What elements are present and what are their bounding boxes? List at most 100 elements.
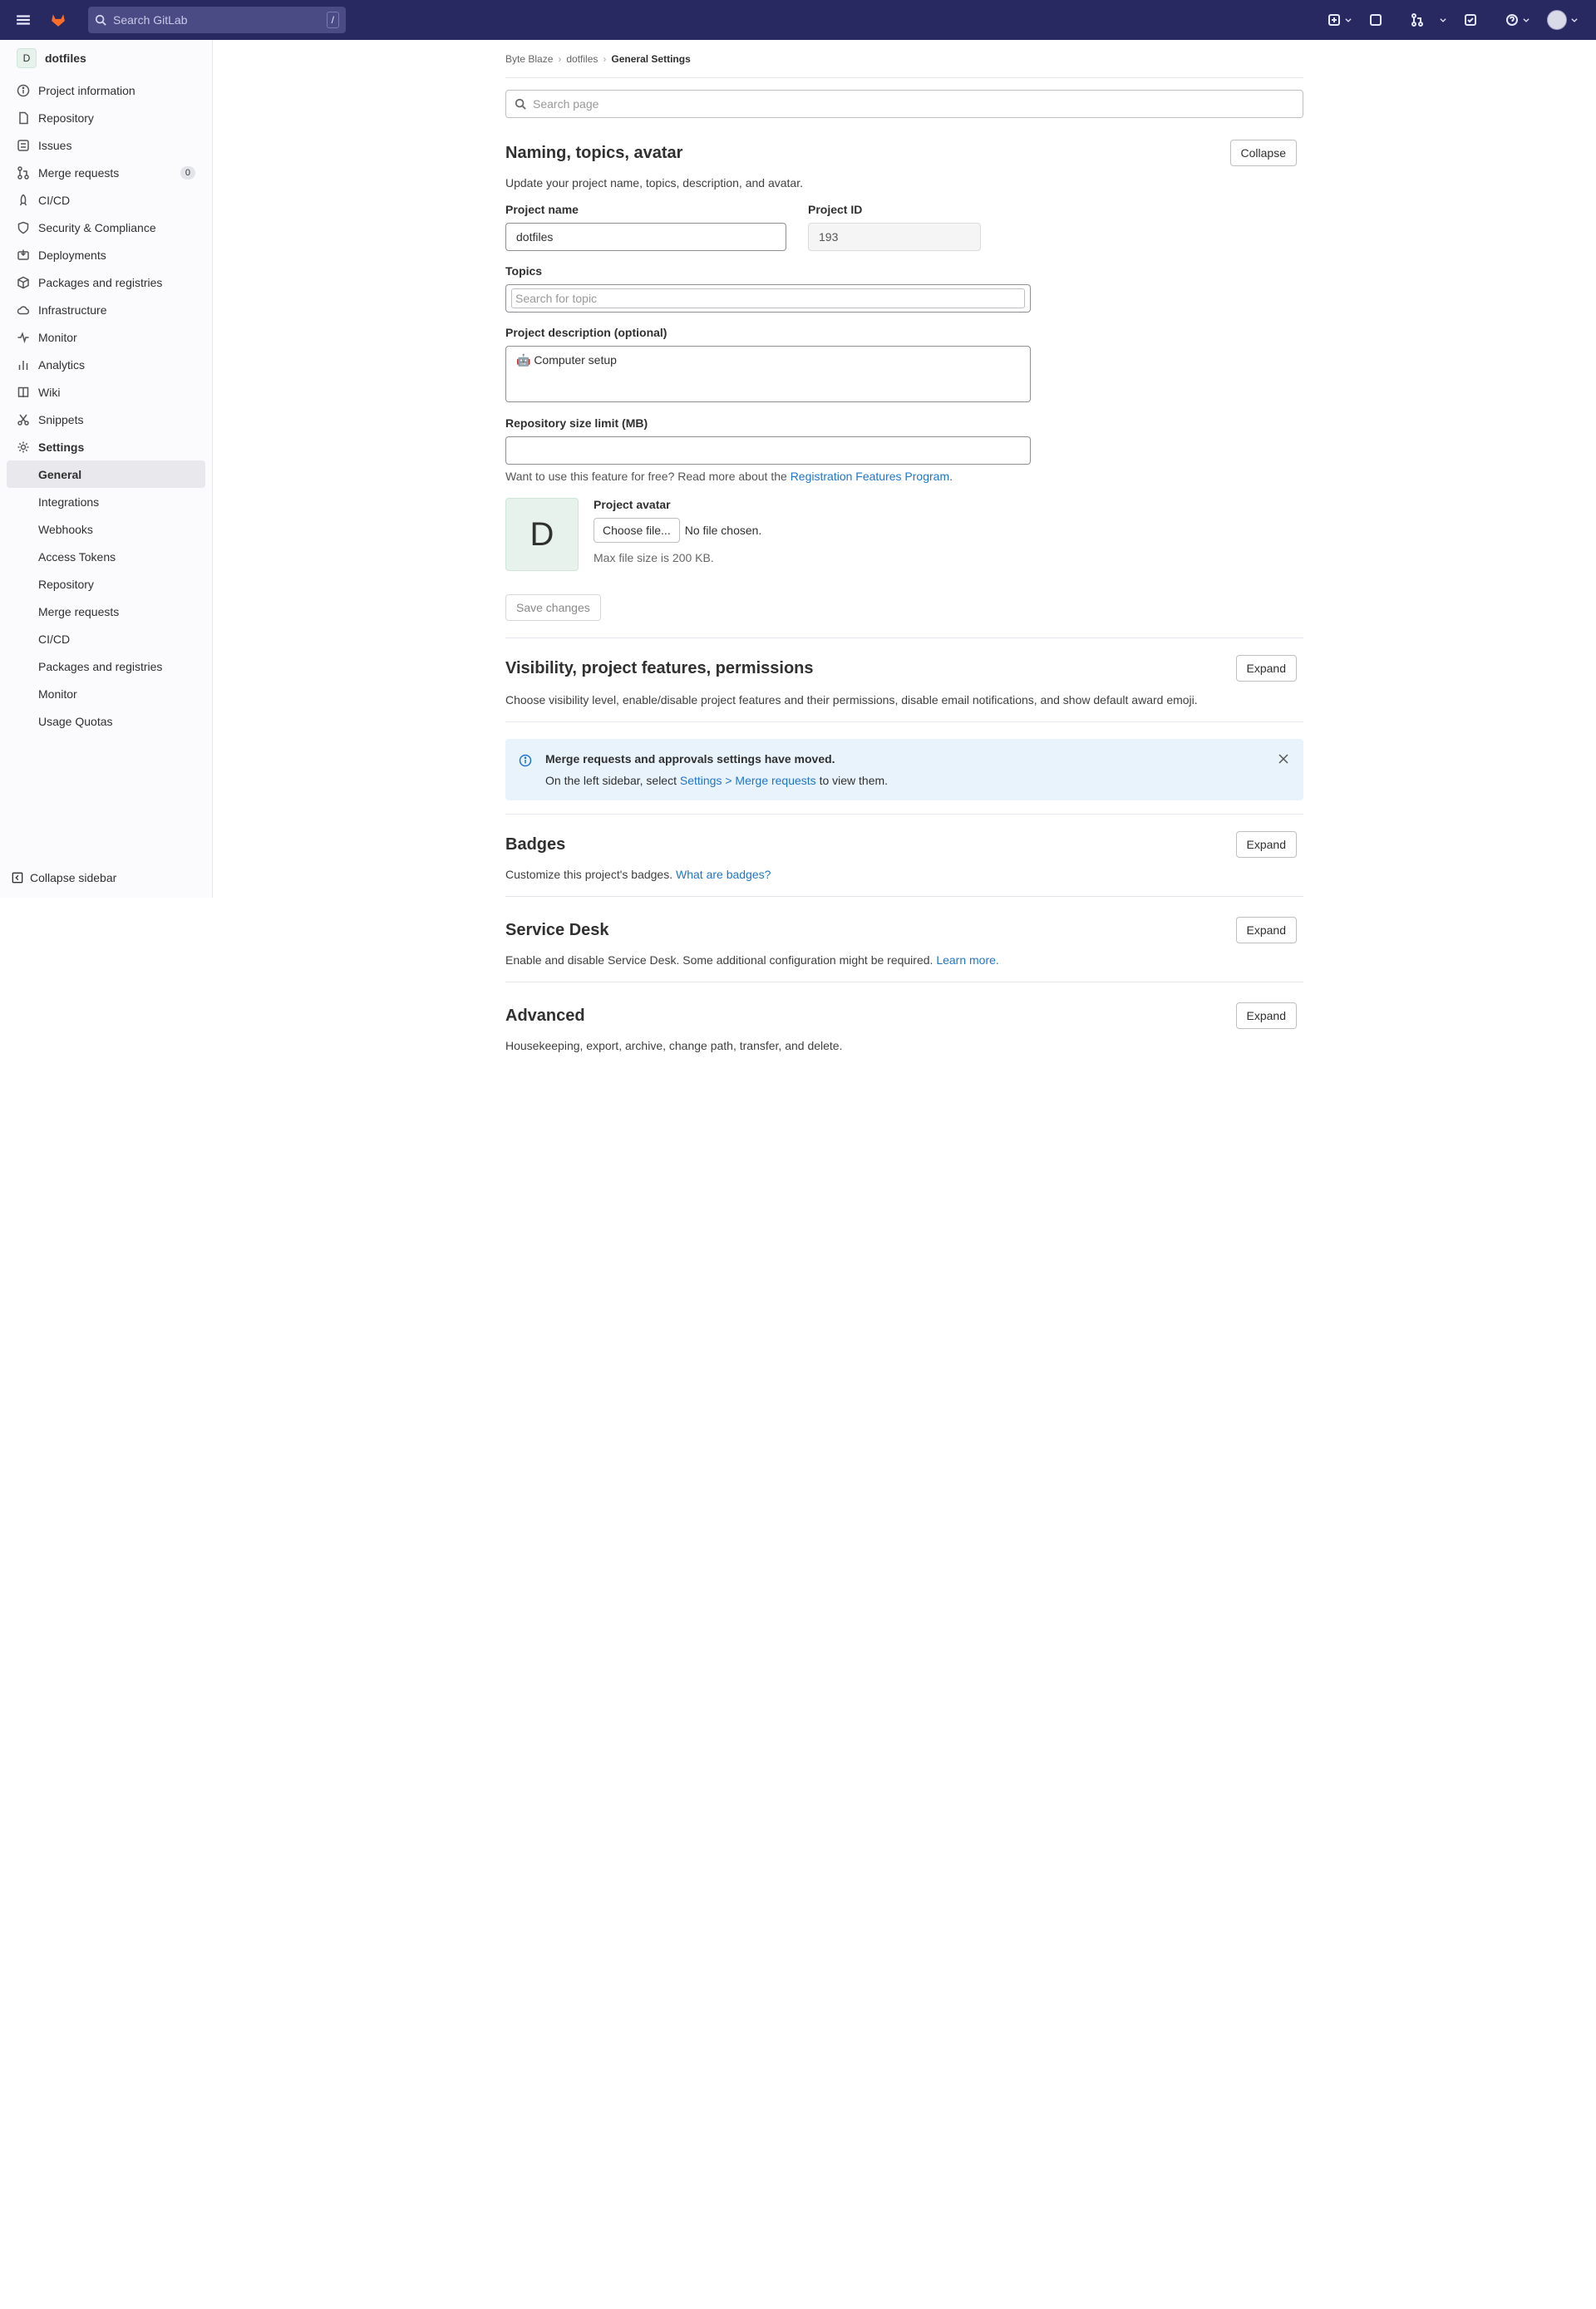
sidebar-item-label: Security & Compliance [38, 220, 156, 234]
expand-button[interactable]: Expand [1235, 917, 1297, 943]
merge-request-icon [1411, 13, 1423, 27]
page-search-input[interactable] [533, 97, 1294, 111]
subnav-merge-requests[interactable]: Merge requests [0, 598, 212, 625]
size-limit-label: Repository size limit (MB) [505, 416, 648, 430]
breadcrumb-group[interactable]: Byte Blaze [505, 53, 553, 65]
sidebar-project-header[interactable]: D dotfiles [0, 40, 212, 76]
sidebar-item-ci-cd[interactable]: CI/CD [0, 186, 212, 214]
sidebar-item-snippets[interactable]: Snippets [0, 406, 212, 433]
learn-more-link[interactable]: Learn more. [936, 953, 998, 967]
sidebar-item-merge-requests[interactable]: Merge requests 0 [0, 159, 212, 186]
global-search[interactable]: / [88, 7, 346, 33]
badges-description-text: Customize this project's badges. [505, 868, 673, 881]
monitor-icon [17, 331, 30, 344]
project-id-field[interactable] [808, 223, 981, 251]
gitlab-logo-icon[interactable] [47, 8, 70, 32]
advanced-section: Advanced Expand Housekeeping, export, ar… [505, 982, 1303, 1067]
subnav-packages-registries[interactable]: Packages and registries [0, 652, 212, 680]
topics-search-input[interactable] [511, 288, 1025, 308]
expand-button[interactable]: Expand [1235, 655, 1297, 682]
book-icon [17, 386, 30, 399]
topics-label: Topics [505, 264, 543, 278]
merge-requests-count-badge: 0 [180, 165, 195, 180]
subnav-monitor[interactable]: Monitor [0, 680, 212, 707]
breadcrumb-current[interactable]: General Settings [611, 53, 690, 65]
sidebar-item-deployments[interactable]: Deployments [0, 241, 212, 268]
sidebar-item-label: Project information [38, 83, 135, 97]
create-new-button[interactable] [1322, 7, 1358, 33]
menu-icon[interactable] [12, 8, 35, 32]
help-button[interactable] [1500, 7, 1536, 33]
breadcrumb: Byte Blaze › dotfiles › General Settings [505, 40, 1303, 78]
subnav-usage-quotas[interactable]: Usage Quotas [0, 707, 212, 735]
subnav-access-tokens[interactable]: Access Tokens [0, 543, 212, 570]
close-icon[interactable] [1277, 752, 1290, 766]
user-avatar [1547, 10, 1567, 30]
no-file-text: No file chosen. [684, 524, 762, 537]
sidebar-item-label: Snippets [38, 412, 84, 426]
shield-icon [17, 221, 30, 234]
sidebar-nav: Project information Repository Issues Me… [0, 76, 212, 460]
project-name-field[interactable] [505, 223, 786, 251]
description-textarea[interactable]: 🤖 Computer setup [505, 346, 1031, 402]
sidebar-item-label: Repository [38, 111, 94, 125]
collapse-sidebar-button[interactable]: Collapse sidebar [0, 858, 212, 898]
breadcrumb-project[interactable]: dotfiles [566, 53, 598, 65]
merge-requests-button[interactable] [1405, 7, 1453, 33]
global-search-input[interactable] [113, 13, 327, 27]
subnav-repository[interactable]: Repository [0, 570, 212, 598]
subnav-integrations[interactable]: Integrations [0, 488, 212, 515]
todos-button[interactable] [1458, 7, 1495, 33]
project-avatar-large: D [505, 498, 579, 571]
help-icon [1506, 14, 1518, 26]
expand-button[interactable]: Expand [1235, 1002, 1297, 1029]
sidebar-item-label: Settings [38, 440, 85, 454]
size-limit-field[interactable] [505, 436, 1031, 465]
doc-icon [17, 111, 30, 125]
expand-button[interactable]: Expand [1235, 831, 1297, 858]
sidebar-item-security-compliance[interactable]: Security & Compliance [0, 214, 212, 241]
project-name-label: Project name [505, 203, 579, 216]
section-description: Enable and disable Service Desk. Some ad… [505, 953, 1303, 967]
project-name: dotfiles [45, 52, 86, 65]
issues-icon [1370, 14, 1382, 26]
package-icon [17, 276, 30, 289]
info-icon [519, 754, 532, 767]
what-are-badges-link[interactable]: What are badges? [676, 868, 771, 881]
topics-field[interactable] [505, 284, 1031, 313]
collapse-button[interactable]: Collapse [1229, 140, 1297, 166]
search-shortcut-hint: / [326, 12, 339, 28]
sidebar-item-infrastructure[interactable]: Infrastructure [0, 296, 212, 323]
service-desk-section: Service Desk Expand Enable and disable S… [505, 897, 1303, 982]
issues-button[interactable] [1363, 7, 1400, 33]
settings-subnav: General Integrations Webhooks Access Tok… [0, 460, 212, 735]
user-menu-button[interactable] [1541, 7, 1584, 33]
project-avatar-label: Project avatar [594, 498, 671, 511]
info-icon [17, 84, 30, 97]
project-avatar: D [17, 48, 37, 68]
chevron-down-icon [1523, 18, 1530, 22]
subnav-webhooks[interactable]: Webhooks [0, 515, 212, 543]
registration-features-link[interactable]: Registration Features Program [791, 470, 949, 483]
subnav-ci-cd[interactable]: CI/CD [0, 625, 212, 652]
sidebar-item-packages-registries[interactable]: Packages and registries [0, 268, 212, 296]
subnav-general[interactable]: General [7, 460, 205, 488]
save-changes-button[interactable]: Save changes [505, 594, 601, 621]
sidebar-item-repository[interactable]: Repository [0, 104, 212, 131]
max-size-text: Max file size is 200 KB. [594, 551, 714, 564]
sidebar-item-label: Issues [38, 138, 72, 152]
sidebar-item-project-information[interactable]: Project information [0, 76, 212, 104]
choose-file-button[interactable]: Choose file... [594, 518, 680, 543]
sidebar-item-label: Merge requests [38, 165, 120, 180]
sidebar-item-wiki[interactable]: Wiki [0, 378, 212, 406]
sidebar-item-issues[interactable]: Issues [0, 131, 212, 159]
sidebar-item-analytics[interactable]: Analytics [0, 351, 212, 378]
sidebar-item-settings[interactable]: Settings [0, 433, 212, 460]
page-search[interactable] [505, 90, 1303, 118]
sidebar-item-monitor[interactable]: Monitor [0, 323, 212, 351]
visibility-section: Visibility, project features, permission… [505, 655, 1303, 722]
service-desk-description-text: Enable and disable Service Desk. Some ad… [505, 953, 933, 967]
badges-section: Badges Expand Customize this project's b… [505, 814, 1303, 897]
settings-merge-requests-link[interactable]: Settings > Merge requests [680, 774, 816, 787]
plus-icon [1328, 14, 1340, 26]
